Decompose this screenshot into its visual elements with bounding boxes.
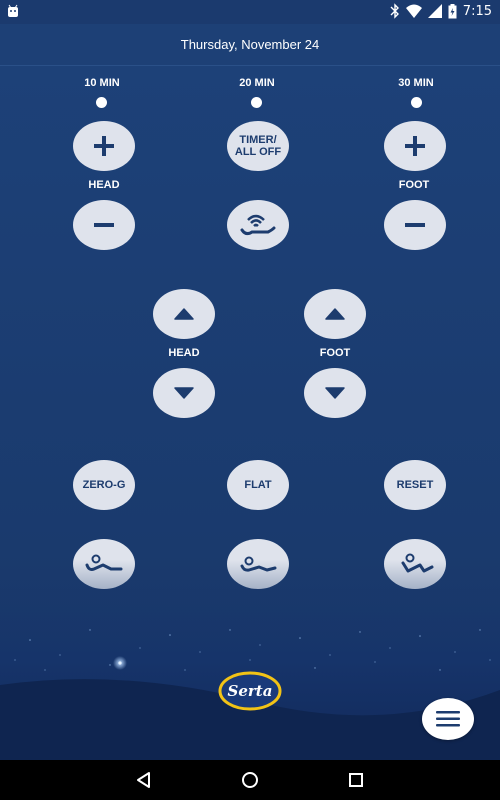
zero-g-label: ZERO-G [82, 479, 126, 491]
serta-logo-text: Serta [228, 682, 273, 700]
timer-10-label: 10 MIN [84, 77, 120, 89]
home-icon[interactable] [240, 770, 260, 790]
recents-icon[interactable] [346, 770, 366, 790]
serta-logo: Serta [218, 671, 282, 711]
signal-icon [427, 4, 442, 18]
massage-head-label: HEAD [88, 179, 120, 191]
hamburger-menu-icon [436, 711, 460, 727]
date-label: Thursday, November 24 [180, 37, 320, 52]
foot-down-button[interactable] [304, 368, 366, 418]
foot-up-button[interactable] [304, 289, 366, 339]
timer-30-indicator [411, 97, 422, 108]
position-foot-label: FOOT [319, 347, 351, 359]
menu-button[interactable] [422, 698, 474, 740]
head-massage-increase-button[interactable] [73, 121, 135, 171]
zero-g-preset-button[interactable]: ZERO-G [73, 460, 135, 510]
battery-icon [448, 3, 457, 18]
bluetooth-icon [390, 3, 399, 19]
status-time: 7:15 [462, 3, 492, 19]
timer-20-indicator [251, 97, 262, 108]
massage-wave-icon [240, 214, 276, 236]
reset-label: RESET [396, 479, 434, 491]
timer-20-label: 20 MIN [239, 77, 275, 89]
timer-button-label-line2: ALL OFF [234, 146, 282, 158]
triangle-up-icon [174, 308, 194, 320]
massage-wave-button[interactable] [227, 200, 289, 250]
foot-massage-increase-button[interactable] [384, 121, 446, 171]
wifi-icon [405, 4, 422, 18]
head-up-button[interactable] [153, 289, 215, 339]
massage-foot-label: FOOT [398, 179, 430, 191]
status-bar: 7:15 [0, 0, 500, 24]
plus-icon [405, 136, 425, 156]
triangle-down-icon [174, 387, 194, 399]
minus-icon [94, 223, 114, 227]
timer-10-indicator [96, 97, 107, 108]
date-header: Thursday, November 24 [0, 24, 500, 66]
timer-button-label-line1: TIMER/ [239, 134, 277, 146]
android-icon [8, 4, 18, 17]
reset-preset-button[interactable]: RESET [384, 460, 446, 510]
plus-icon [94, 136, 114, 156]
position-head-label: HEAD [168, 347, 200, 359]
head-massage-decrease-button[interactable] [73, 200, 135, 250]
foot-massage-decrease-button[interactable] [384, 200, 446, 250]
navigation-bar [0, 760, 500, 800]
head-down-button[interactable] [153, 368, 215, 418]
back-icon[interactable] [134, 770, 154, 790]
timer-all-off-button[interactable]: TIMER/ ALL OFF [227, 121, 289, 171]
triangle-down-icon [325, 387, 345, 399]
triangle-up-icon [325, 308, 345, 320]
flat-label: FLAT [244, 479, 272, 491]
flat-preset-button[interactable]: FLAT [227, 460, 289, 510]
minus-icon [405, 223, 425, 227]
timer-30-label: 30 MIN [398, 77, 434, 89]
